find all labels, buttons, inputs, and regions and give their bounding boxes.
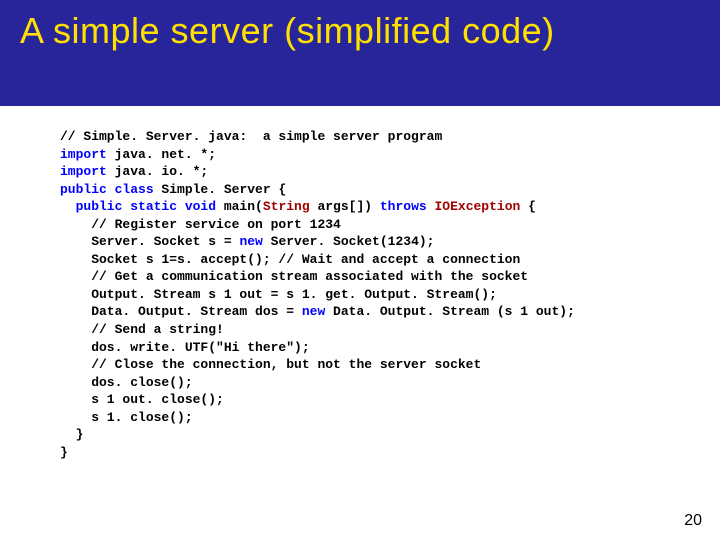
code-line: // Get a communication stream associated…: [60, 269, 528, 284]
slide-title: A simple server (simplified code): [20, 10, 700, 52]
code-text: args[]): [310, 199, 380, 214]
keyword-import: import: [60, 164, 107, 179]
keyword-throws: throws: [380, 199, 435, 214]
code-text: java. io. *;: [107, 164, 208, 179]
keyword-public-static-void: public static void: [60, 199, 216, 214]
title-band: A simple server (simplified code): [0, 0, 720, 58]
code-line: dos. write. UTF("Hi there");: [60, 340, 310, 355]
code-line: s 1 out. close();: [60, 392, 224, 407]
code-text: java. net. *;: [107, 147, 216, 162]
keyword-public-class: public class: [60, 182, 154, 197]
code-text: Simple. Server {: [154, 182, 287, 197]
code-line: }: [60, 445, 68, 460]
code-line: // Send a string!: [60, 322, 224, 337]
code-line: // Close the connection, but not the ser…: [60, 357, 481, 372]
code-line: }: [60, 427, 83, 442]
code-line: s 1. close();: [60, 410, 193, 425]
code-line: Socket s 1=s. accept(); // Wait and acce…: [60, 252, 520, 267]
code-line: Output. Stream s 1 out = s 1. get. Outpu…: [60, 287, 497, 302]
code-line: // Register service on port 1234: [60, 217, 341, 232]
keyword-import: import: [60, 147, 107, 162]
code-text: main(: [216, 199, 263, 214]
code-line: // Simple. Server. java: a simple server…: [60, 129, 442, 144]
keyword-new: new: [302, 304, 325, 319]
code-text: {: [520, 199, 536, 214]
slide: A simple server (simplified code) // Sim…: [0, 0, 720, 540]
code-line: dos. close();: [60, 375, 193, 390]
code-text: Data. Output. Stream dos =: [60, 304, 302, 319]
code-text: Server. Socket s =: [60, 234, 239, 249]
code-block: // Simple. Server. java: a simple server…: [0, 106, 720, 461]
keyword-new: new: [239, 234, 262, 249]
code-text: Server. Socket(1234);: [263, 234, 435, 249]
page-number: 20: [684, 512, 702, 530]
code-text: Data. Output. Stream (s 1 out);: [325, 304, 575, 319]
type-string: String: [263, 199, 310, 214]
title-band-lower: [0, 58, 720, 106]
type-ioexception: IOException: [434, 199, 520, 214]
